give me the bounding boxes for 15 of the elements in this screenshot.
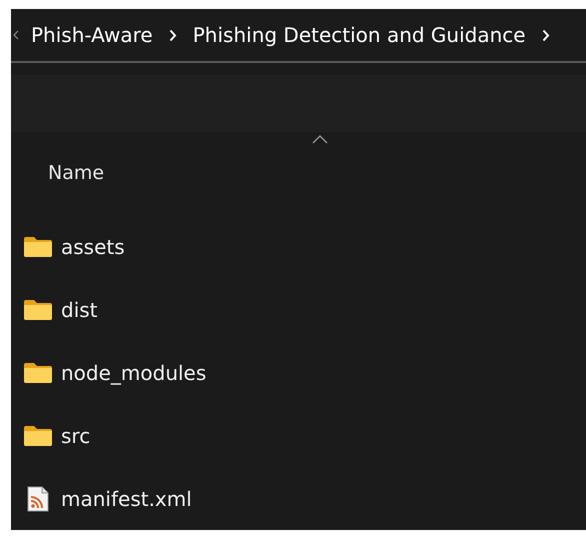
file-name[interactable]: node_modules bbox=[61, 360, 206, 384]
breadcrumb-item[interactable]: Phishing Detection and Guidance bbox=[192, 23, 526, 48]
folder-icon bbox=[23, 424, 53, 446]
chevron-right-icon[interactable] bbox=[168, 28, 177, 42]
column-header[interactable]: Name bbox=[48, 162, 104, 184]
folder-icon bbox=[23, 236, 53, 258]
breadcrumb-item[interactable]: Phish-Aware bbox=[31, 23, 153, 48]
chevron-left-icon[interactable] bbox=[13, 30, 19, 40]
file-name[interactable]: dist bbox=[61, 298, 98, 322]
file-name[interactable]: assets bbox=[61, 234, 125, 258]
file-name[interactable]: manifest.xml bbox=[61, 486, 192, 510]
chevron-right-icon[interactable] bbox=[542, 28, 550, 42]
folder-icon bbox=[23, 298, 53, 320]
folder-icon bbox=[23, 362, 53, 384]
file-name[interactable]: src bbox=[61, 424, 90, 448]
